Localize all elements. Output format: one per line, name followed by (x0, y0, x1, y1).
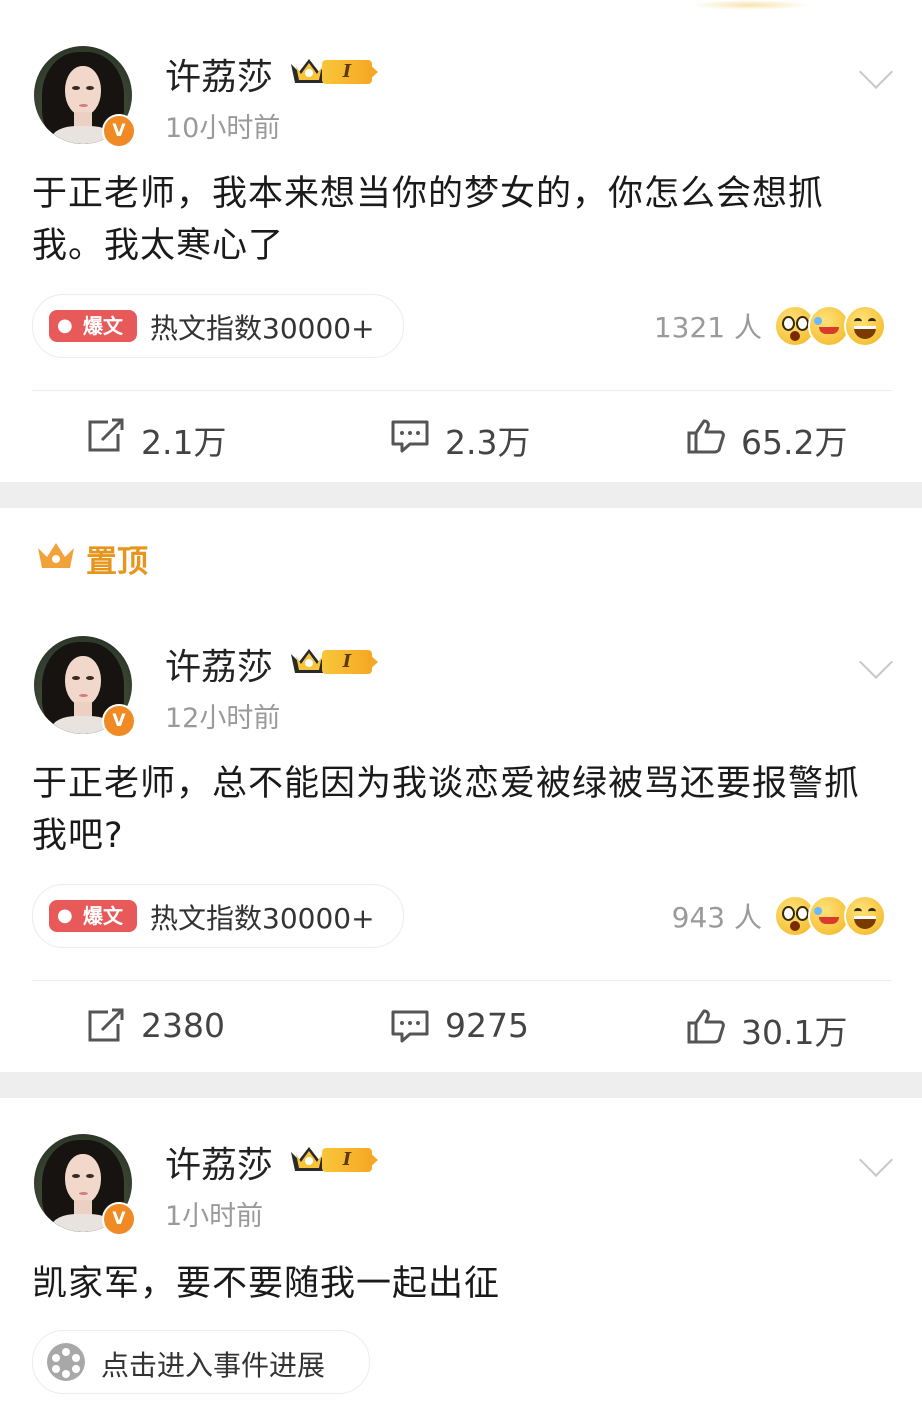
vip-badge[interactable]: I (288, 54, 388, 88)
vip-level: I (322, 650, 372, 674)
top-decoration (690, 0, 810, 10)
hot-index-chip[interactable]: ● 爆文 热文指数30000+ (32, 884, 404, 948)
comment-count: 2.3万 (445, 423, 531, 462)
like-count: 30.1万 (741, 1013, 848, 1052)
author-name[interactable]: 许荔莎 (165, 1136, 273, 1188)
thumbs-up-icon (687, 419, 725, 454)
section-gap (0, 482, 922, 508)
comment-icon (391, 1010, 429, 1043)
repost-count: 2380 (141, 1006, 225, 1045)
vip-badge[interactable]: I (288, 644, 388, 678)
divider (32, 390, 892, 391)
hot-index-text: 热文指数30000+ (150, 902, 375, 935)
flame-icon: ● (57, 315, 73, 336)
post-content[interactable]: 凯家军，要不要随我一起出征 (32, 1258, 892, 1310)
pin-crown-icon (38, 543, 74, 568)
hot-index-chip[interactable]: ● 爆文 热文指数30000+ (32, 294, 404, 358)
post-time: 10小时前 (165, 113, 281, 144)
comment-icon (391, 420, 429, 453)
section-gap (0, 1072, 922, 1098)
author-name[interactable]: 许荔莎 (165, 48, 273, 100)
action-bar: 2380 9275 30.1万 (0, 996, 922, 1056)
laughing-emoji-icon (844, 305, 886, 347)
laughing-emoji-icon (844, 895, 886, 937)
chevron-down-icon[interactable] (859, 645, 893, 679)
comment-count: 9275 (445, 1006, 529, 1045)
verified-icon: V (102, 704, 136, 738)
hot-badge: ● 爆文 (49, 900, 137, 932)
post-3: V 许荔莎 I 1小时前 凯家军，要不要随我一起出征 点击进入事件进展 (0, 1134, 922, 1411)
hot-badge-label: 爆文 (83, 904, 123, 928)
post-1: V 许荔莎 I 10小时前 于正老师，我本来想当你的梦女的，你怎么会想抓我。我太… (0, 46, 922, 486)
repost-icon (88, 418, 124, 452)
event-icon (47, 1343, 85, 1381)
post-header: V 许荔莎 I 10小时前 (0, 46, 922, 156)
post-content[interactable]: 于正老师，总不能因为我谈恋爱被绿被骂还要报警抓我吧? (32, 758, 892, 862)
reaction-summary[interactable]: 943 人 (610, 890, 890, 940)
vip-level: I (322, 60, 372, 84)
like-count: 65.2万 (741, 423, 848, 462)
thumbs-up-icon (687, 1009, 725, 1044)
hot-badge: ● 爆文 (49, 310, 137, 342)
post-2: V 许荔莎 I 12小时前 于正老师，总不能因为我谈恋爱被绿被骂还要报警抓我吧?… (0, 636, 922, 1076)
post-header: V 许荔莎 I 1小时前 (0, 1134, 922, 1244)
post-time: 12小时前 (165, 703, 281, 734)
pinned-text: 置顶 (86, 544, 148, 580)
reaction-summary[interactable]: 1321 人 (610, 300, 890, 350)
repost-count: 2.1万 (141, 423, 227, 462)
reaction-count: 1321 人 (653, 311, 762, 344)
flame-icon: ● (57, 905, 73, 926)
vip-badge[interactable]: I (288, 1142, 388, 1176)
event-link-text: 点击进入事件进展 (101, 1349, 326, 1382)
hot-badge-label: 爆文 (83, 314, 123, 338)
event-progress-link[interactable]: 点击进入事件进展 (32, 1330, 370, 1394)
post-content[interactable]: 于正老师，我本来想当你的梦女的，你怎么会想抓我。我太寒心了 (32, 168, 892, 272)
action-bar: 2.1万 2.3万 65.2万 (0, 406, 922, 466)
repost-icon (88, 1008, 124, 1042)
verified-icon: V (102, 114, 136, 148)
chevron-down-icon[interactable] (859, 1143, 893, 1177)
chevron-down-icon[interactable] (859, 55, 893, 89)
vip-level: I (322, 1148, 372, 1172)
author-name[interactable]: 许荔莎 (165, 638, 273, 690)
post-header: V 许荔莎 I 12小时前 (0, 636, 922, 746)
divider (32, 980, 892, 981)
reaction-count: 943 人 (671, 901, 762, 934)
hot-index-text: 热文指数30000+ (150, 312, 375, 345)
verified-icon: V (102, 1202, 136, 1236)
post-time: 1小时前 (165, 1201, 264, 1232)
